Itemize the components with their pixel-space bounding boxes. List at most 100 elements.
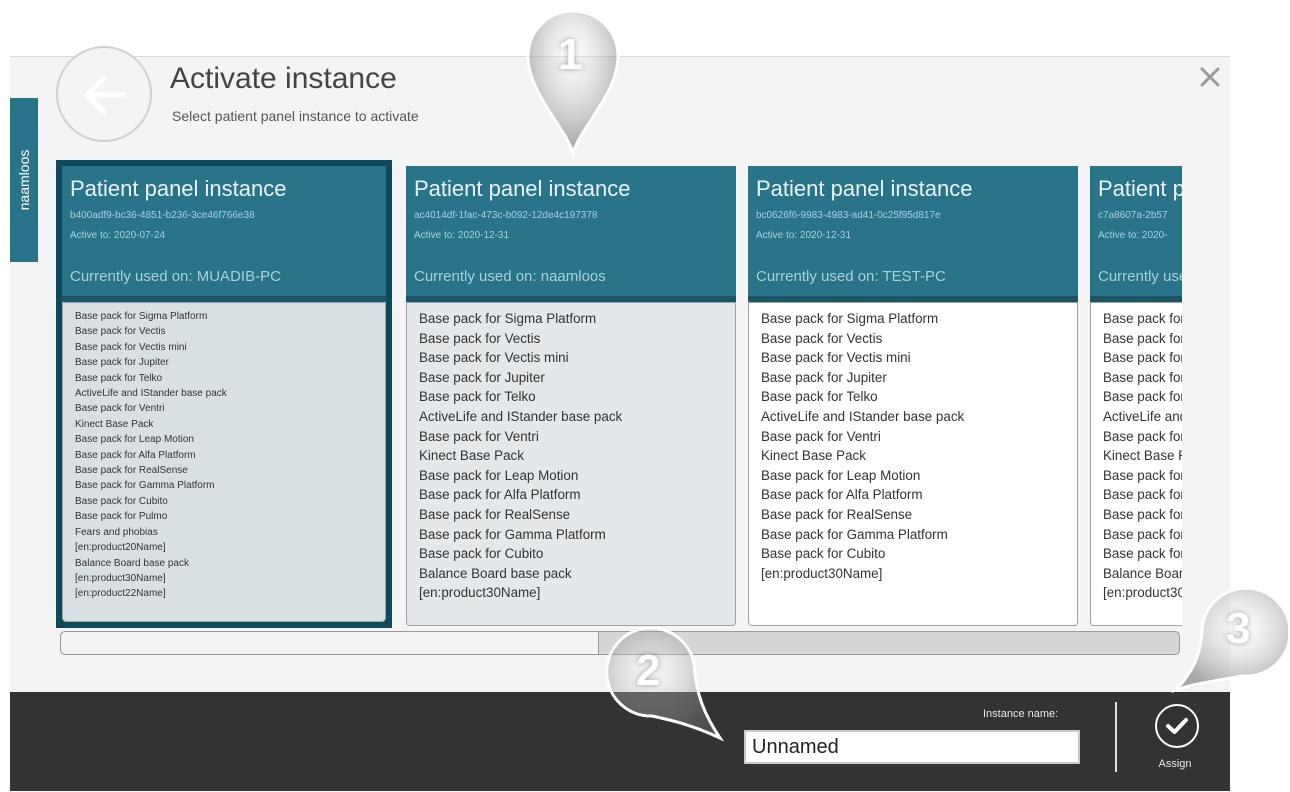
instance-card[interactable]: Patient panel instance ac4014df-1fac-473…	[406, 166, 736, 626]
product-list-item: Base pack for RealSense	[1103, 506, 1182, 522]
product-list-item: Base pack for Vectis	[761, 330, 883, 346]
product-list-item: Base pack for Jupiter	[75, 357, 169, 369]
product-list-item: Kinect Base Pack	[419, 448, 524, 464]
instance-title: Patient panel instance	[756, 176, 973, 201]
product-list-item: Base pack for RealSense	[761, 506, 913, 522]
instance-title: Patient panel instance	[414, 176, 631, 201]
product-list-item: Base pack for Jupiter	[419, 369, 545, 385]
product-list-item: Base pack for RealSense	[419, 506, 571, 522]
callout-number-3: 3	[1226, 604, 1251, 653]
product-list-item: Base pack for Ventri	[75, 403, 165, 415]
instance-name-input[interactable]	[744, 730, 1080, 764]
footer-divider	[1115, 702, 1117, 772]
instance-card-header: Patient panel instance ac4014df-1fac-473…	[406, 166, 736, 302]
instance-used-on: Currently used on:	[1098, 268, 1182, 285]
instance-card-header: Patient panel instance c7a8607a-2b57 Act…	[1090, 166, 1182, 302]
instance-card[interactable]: Patient panel instance bc0626f6-9983-498…	[748, 166, 1078, 626]
instance-name-label: Instance name:	[983, 708, 1059, 720]
product-list-item: Base pack for Vectis mini	[75, 341, 187, 353]
product-list-item: Base pack for Cubito	[75, 495, 168, 507]
product-list-item: Balance Board base pack	[75, 557, 189, 569]
product-list-item: ActiveLife and IStander base pack	[761, 408, 965, 424]
page-subtitle: Select patient panel instance to activat…	[172, 108, 419, 124]
instance-id: c7a8607a-2b57	[1098, 210, 1168, 221]
instance-title: Patient panel instance	[1098, 176, 1182, 201]
instance-product-list: Base pack for Sigma Platform Base pack fo…	[748, 302, 1078, 626]
checkmark-icon	[1166, 718, 1188, 734]
product-list-item: Base pack for Leap Motion	[1103, 467, 1182, 483]
close-icon[interactable]	[1199, 66, 1221, 88]
product-list-item: Base pack for Sigma Platform	[1103, 311, 1182, 326]
instance-active-to: Active to: 2020-12-31	[414, 230, 510, 241]
instance-cards-carousel[interactable]: Patient panel instance b400adf9-bc36-485…	[56, 158, 1182, 632]
product-list-item: Base pack for Vectis	[1103, 330, 1182, 346]
product-list-item: Base pack for Telko	[761, 389, 878, 405]
product-list-item: Base pack for Ventri	[419, 428, 539, 444]
instance-id: b400adf9-bc36-4851-b236-3ce46f766e38	[70, 210, 255, 221]
callout-number-1: 1	[558, 30, 583, 79]
side-tab-label: naamloos	[16, 149, 32, 211]
back-button[interactable]	[56, 46, 152, 142]
product-list-item: Base pack for Jupiter	[761, 369, 887, 385]
product-list-item: Base pack for Telko	[1103, 389, 1182, 405]
instance-id: bc0626f6-9983-4983-ad41-0c25f95d817e	[756, 210, 941, 221]
product-list-item: Balance Board base pack	[1103, 565, 1182, 581]
product-list-item: Base pack for Ventri	[1103, 428, 1182, 444]
product-list-item: Base pack for Vectis	[75, 326, 166, 338]
product-list-item: ActiveLife and IStander base pack	[419, 408, 623, 424]
instance-id: ac4014df-1fac-473c-b092-12de4c197378	[414, 210, 598, 221]
callout-number-2: 2	[636, 646, 661, 695]
instance-active-to: Active to: 2020-07-24	[70, 230, 166, 241]
product-list-item: Base pack for RealSense	[75, 465, 188, 477]
callout-pin-2	[605, 626, 725, 742]
instance-card-header: Patient panel instance bc0626f6-9983-498…	[748, 166, 1078, 302]
instance-used-on: Currently used on: MUADIB-PC	[70, 268, 281, 285]
side-tab-naamloos[interactable]: naamloos	[10, 98, 38, 262]
product-list-item: Base pack for Alfa Platform	[419, 487, 581, 503]
instance-card[interactable]: Patient panel instance b400adf9-bc36-485…	[56, 160, 392, 628]
product-list-item: Base pack for Gamma Platform	[419, 526, 606, 542]
instance-used-on: Currently used on: naamloos	[414, 268, 606, 285]
product-list-item: [en:product30Name]	[761, 565, 883, 581]
product-list-item: Base pack for Gamma Platform	[1103, 526, 1182, 542]
product-list-item: Base pack for Gamma Platform	[761, 526, 948, 542]
instance-active-to: Active to: 2020-	[1098, 230, 1168, 241]
product-list-item: Base pack for Sigma Platform	[761, 311, 939, 326]
product-list-item: Base pack for Vectis mini	[419, 350, 569, 366]
product-list-item: Base pack for Pulmo	[75, 511, 168, 523]
product-list-item: [en:product20Name]	[75, 542, 166, 554]
assign-button[interactable]: Assign	[1146, 700, 1208, 776]
product-list-item: Base pack for Telko	[75, 372, 163, 384]
callout-marker-1: 1	[520, 8, 626, 159]
product-list-item: Base pack for Cubito	[419, 546, 544, 562]
product-list-item: Base pack for Leap Motion	[75, 434, 194, 446]
product-list-item: Base pack for Jupiter	[1103, 369, 1182, 385]
instance-card-header: Patient panel instance b400adf9-bc36-485…	[62, 166, 386, 302]
instance-used-on: Currently used on: TEST-PC	[756, 268, 946, 285]
product-list-item: Base pack for Leap Motion	[419, 467, 579, 483]
product-list-item: ActiveLife and IStander base pack	[1103, 408, 1182, 424]
product-list-item: Base pack for Cubito	[761, 546, 886, 562]
product-list-item: [en:product22Name]	[75, 588, 166, 600]
product-list-item: Base pack for Vectis mini	[1103, 350, 1182, 366]
product-list-item: Kinect Base Pack	[75, 418, 154, 430]
product-list-item: Kinect Base Pack	[761, 448, 866, 464]
instance-card[interactable]: Patient panel instance c7a8607a-2b57 Act…	[1090, 166, 1182, 626]
assign-label: Assign	[1158, 758, 1192, 770]
product-list-item: Balance Board base pack	[419, 565, 572, 581]
callout-marker-3: 3	[1170, 582, 1290, 694]
scrollbar-thumb[interactable]	[61, 632, 599, 654]
instance-product-list: Base pack for Sigma Platform Base pack fo…	[1090, 302, 1182, 626]
product-list-item: Base pack for Telko	[419, 389, 536, 405]
product-list-item: [en:product30Name]	[75, 572, 166, 584]
instance-active-to: Active to: 2020-12-31	[756, 230, 852, 241]
callout-marker-2: 2	[600, 624, 730, 744]
product-list-item: Base pack for Alfa Platform	[75, 449, 196, 461]
product-list-item: Base pack for Sigma Platform	[75, 311, 208, 322]
instance-title: Patient panel instance	[70, 176, 287, 201]
page-title: Activate instance	[170, 62, 397, 95]
product-list-item: Base pack for Vectis	[419, 330, 541, 346]
product-list-item: Base pack for Leap Motion	[761, 467, 921, 483]
product-list-item: Base pack for Alfa Platform	[1103, 487, 1182, 503]
product-list-item: Base pack for Vectis mini	[761, 350, 911, 366]
